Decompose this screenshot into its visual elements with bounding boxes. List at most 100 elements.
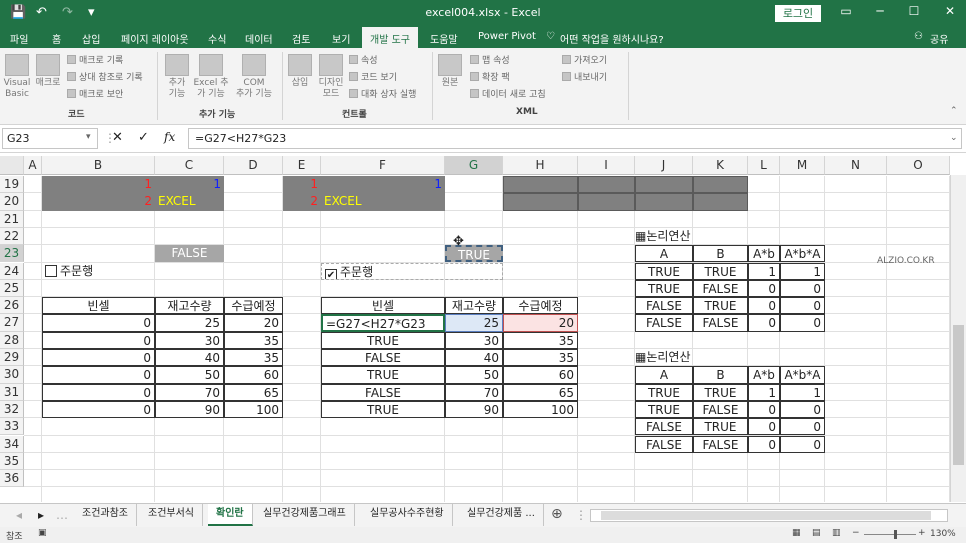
expand-formula-icon[interactable]: ⌄ <box>950 133 958 143</box>
left-table-cell[interactable]: 70 <box>155 383 224 401</box>
column-header-b[interactable]: B <box>42 156 155 175</box>
macro-security-button[interactable]: 매크로 보안 <box>67 87 123 100</box>
mid-table-cell[interactable]: 20 <box>503 314 578 332</box>
logic-table-cell[interactable]: 1 <box>748 262 780 280</box>
worksheet-grid[interactable]: ABCDEFGHIJKLMNO 19 20 21 22 23 24 25 26 27 28 29 30… <box>0 156 950 502</box>
logic-table-cell[interactable]: FALSE <box>635 418 693 436</box>
scroll-right-icon[interactable]: ▸ <box>38 508 44 522</box>
left-table-cell[interactable]: 35 <box>224 349 283 367</box>
row-header-35[interactable]: 35 <box>0 452 24 471</box>
mid-table-cell[interactable]: FALSE <box>321 383 445 401</box>
scroll-left-icon[interactable]: ◂ <box>16 508 22 522</box>
share-button[interactable]: 공유 <box>930 31 948 46</box>
tab-power-pivot[interactable]: Power Pivot <box>478 31 536 42</box>
logic-table-cell[interactable]: FALSE <box>693 314 748 332</box>
cell-c19[interactable]: 1 <box>155 176 224 194</box>
column-header-n[interactable]: N <box>825 156 887 175</box>
minimize-button[interactable]: ─ <box>870 4 890 22</box>
gray-fill-cell[interactable] <box>635 193 693 211</box>
row-header-25[interactable]: 25 <box>0 279 24 298</box>
logic-table-cell[interactable]: FALSE <box>635 314 693 332</box>
left-table-cell[interactable]: 0 <box>42 314 155 332</box>
row-header-34[interactable]: 34 <box>0 435 24 453</box>
mid-table-cell[interactable]: 35 <box>503 331 578 349</box>
column-header-i[interactable]: I <box>578 156 635 175</box>
logic-table-header[interactable]: A <box>635 245 693 263</box>
row-header-23[interactable]: 23 <box>0 245 24 263</box>
column-header-l[interactable]: L <box>748 156 780 175</box>
name-box-dropdown-icon[interactable]: ▾ <box>86 132 91 142</box>
row-header-36[interactable]: 36 <box>0 470 24 488</box>
mid-table-cell[interactable]: 70 <box>445 383 503 401</box>
select-all-corner[interactable] <box>0 156 24 175</box>
left-table-cell[interactable]: 90 <box>155 400 224 419</box>
tab-data[interactable]: 데이터 <box>245 31 273 46</box>
normal-view-icon[interactable]: ▦ <box>792 528 801 538</box>
row-header-29[interactable]: 29 <box>0 349 24 367</box>
cell-c23[interactable]: FALSE <box>155 245 224 263</box>
checkbox-order-row-left[interactable]: 주문행 <box>42 263 224 280</box>
gray-fill-cell[interactable] <box>503 193 578 211</box>
left-table-header[interactable]: 재고수량 <box>155 297 224 315</box>
sheet-tab[interactable]: 조건과참조 <box>74 504 137 526</box>
formula-input[interactable]: =G27<H27*G23 <box>188 128 962 149</box>
logic-table-header[interactable]: B <box>693 366 748 384</box>
cell-b19[interactable]: 1 <box>42 176 155 194</box>
horizontal-scroll-thumb[interactable] <box>601 511 931 520</box>
collapse-ribbon-icon[interactable]: ⌃ <box>950 106 958 116</box>
close-button[interactable]: ✕ <box>940 4 960 22</box>
logic-table-cell[interactable]: TRUE <box>635 279 693 298</box>
mid-table-header[interactable]: 수급예정 <box>503 297 578 315</box>
checkbox-box[interactable] <box>45 264 57 277</box>
left-table-cell[interactable]: 0 <box>42 366 155 384</box>
cell-e19[interactable]: 1 <box>283 176 321 194</box>
record-macro-button[interactable]: 매크로 기록 <box>67 53 123 66</box>
left-table-cell[interactable]: 20 <box>224 314 283 332</box>
logic-table-cell[interactable]: 0 <box>748 297 780 315</box>
logic-table-cell[interactable]: TRUE <box>693 418 748 436</box>
column-header-d[interactable]: D <box>224 156 283 175</box>
mid-table-cell[interactable]: 30 <box>445 331 503 349</box>
left-table-cell[interactable]: 25 <box>155 314 224 332</box>
logic-table-cell[interactable]: TRUE <box>693 383 748 401</box>
logic-table-cell[interactable]: 0 <box>748 279 780 298</box>
mid-table-cell[interactable]: 40 <box>445 349 503 367</box>
mid-table-header[interactable]: 재고수량 <box>445 297 503 315</box>
left-table-cell[interactable]: 0 <box>42 400 155 419</box>
refresh-data-button[interactable]: 데이터 새로 고침 <box>470 87 546 100</box>
checkbox-checked[interactable]: ✔ <box>325 268 337 279</box>
insert-function-icon[interactable]: fx <box>164 130 175 144</box>
com-addins-button[interactable]: COM 추가 기능 <box>232 54 276 100</box>
sheet-tab[interactable]: 조건부서식 <box>140 504 203 526</box>
visual-basic-button[interactable]: Visual Basic <box>2 54 32 100</box>
design-mode-button[interactable]: 디자인 모드 <box>316 54 346 100</box>
logic-table-cell[interactable]: 0 <box>780 297 825 315</box>
horizontal-scrollbar[interactable] <box>590 509 948 522</box>
left-table-header[interactable]: 수급예정 <box>224 297 283 315</box>
tell-me-box[interactable]: 어떤 작업을 원하시나요? <box>560 31 664 46</box>
mid-table-cell[interactable]: 60 <box>503 366 578 384</box>
row-header-26[interactable]: 26 <box>0 297 24 315</box>
logic-table-cell[interactable]: FALSE <box>693 279 748 298</box>
logic-table-cell[interactable]: 0 <box>780 400 825 419</box>
gray-fill-cell[interactable] <box>578 193 635 211</box>
xml-source-button[interactable]: 원본 <box>436 54 464 89</box>
row-header-21[interactable]: 21 <box>0 210 24 228</box>
add-sheet-icon[interactable]: ⊕ <box>551 506 563 522</box>
logic-table-cell[interactable]: 0 <box>780 314 825 332</box>
left-table-cell[interactable]: 0 <box>42 331 155 349</box>
row-header-30[interactable]: 30 <box>0 366 24 384</box>
cell-b20[interactable]: 2 <box>42 193 155 211</box>
logic-table-cell[interactable]: 1 <box>780 383 825 401</box>
tab-file[interactable]: 파일 <box>10 31 28 46</box>
left-table-cell[interactable]: 60 <box>224 366 283 384</box>
row-header-20[interactable]: 20 <box>0 193 24 211</box>
gray-fill-cell[interactable] <box>503 176 578 194</box>
row-header-32[interactable]: 32 <box>0 400 24 419</box>
tab-developer[interactable]: 개발 도구 <box>362 27 418 49</box>
excel-addins-button[interactable]: Excel 추 가 기능 <box>192 54 230 100</box>
zoom-slider-thumb[interactable] <box>894 530 897 539</box>
column-header-j[interactable]: J <box>635 156 693 175</box>
gray-fill-cell[interactable] <box>693 176 748 194</box>
map-properties-button[interactable]: 맵 속성 <box>470 53 510 66</box>
